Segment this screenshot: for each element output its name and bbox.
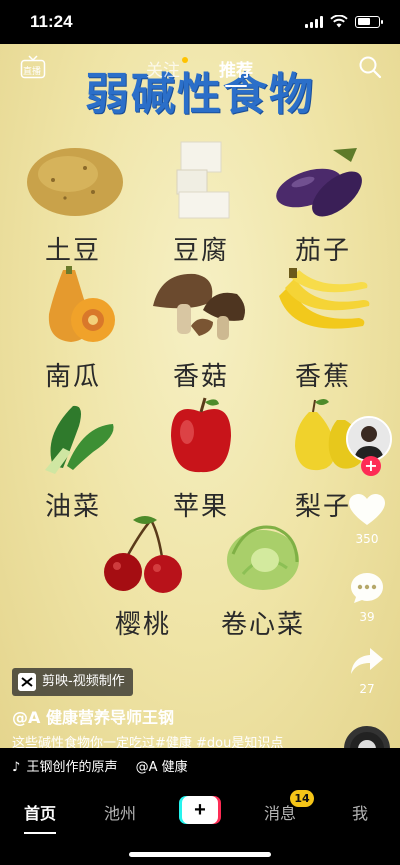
status-time: 11:24 (30, 12, 73, 31)
tab-following[interactable]: 关注 (146, 56, 188, 81)
tab-following-label: 关注 (146, 61, 180, 81)
capcut-icon (18, 673, 36, 691)
share-count: 27 (359, 682, 375, 696)
music-author: @A 健康 (135, 760, 188, 775)
music-note-icon: ♪ (12, 760, 21, 775)
tab-recommend[interactable]: 推荐 (219, 56, 253, 87)
capcut-label: 剪映-视频制作 (42, 674, 125, 689)
food-name: 南瓜 (44, 362, 101, 392)
tofu-icon (176, 141, 230, 219)
food-name: 樱桃 (114, 610, 171, 640)
food-name: 卷心菜 (220, 610, 305, 640)
battery-icon (355, 15, 383, 28)
home-indicator (129, 852, 271, 857)
music-title: 王钢创作的原声 (26, 760, 118, 775)
video-player[interactable]: 弱碱性食物 直播 关注 推荐 土豆 豆腐 茄子 南瓜 香菇 香蕉 油菜 苹果 梨… (0, 44, 400, 784)
food-item: 香菇 (146, 266, 256, 393)
status-icons (305, 15, 383, 28)
tab-me[interactable]: 我 (352, 800, 368, 824)
new-content-dot (182, 57, 188, 63)
bok-choy-icon (45, 405, 114, 474)
status-bar: 11:24 (0, 0, 400, 44)
live-label: 直播 (23, 67, 42, 77)
share-icon (351, 648, 383, 674)
food-name: 香蕉 (294, 362, 351, 392)
music-bar[interactable]: ♪ 王钢创作的原声 @A 健康 (0, 748, 400, 784)
live-button[interactable]: 直播 (20, 54, 46, 80)
food-item: 油菜 (18, 396, 128, 523)
eggplant-icon (276, 148, 362, 217)
plus-icon: + (182, 796, 218, 824)
food-item: 卷心菜 (208, 514, 318, 641)
food-name: 香菇 (172, 362, 229, 392)
food-item: 土豆 (18, 140, 128, 267)
author-name[interactable]: @A 健康营养导师王钢 (12, 704, 174, 728)
music-info: ♪ 王钢创作的原声 @A 健康 (12, 756, 188, 775)
food-item: 樱桃 (88, 514, 198, 641)
like-button[interactable]: 350 (342, 494, 392, 546)
cherry-icon (104, 516, 182, 593)
food-item: 豆腐 (146, 140, 256, 267)
wifi-icon (330, 15, 348, 28)
share-button[interactable]: 27 (342, 646, 392, 696)
bottom-tab-bar: 首页 池州 + 消息 14 我 (0, 784, 400, 865)
search-icon[interactable] (358, 55, 382, 79)
potato-icon (27, 148, 123, 216)
capcut-badge[interactable]: 剪映-视频制作 (12, 668, 133, 696)
follow-button[interactable]: + (361, 456, 381, 476)
signal-icon (305, 15, 323, 28)
cabbage-icon (227, 525, 299, 590)
banana-icon (279, 268, 370, 329)
comment-count: 39 (359, 610, 375, 624)
food-item: 南瓜 (18, 266, 128, 393)
pumpkin-icon (48, 266, 115, 342)
food-item: 香蕉 (268, 266, 378, 393)
messages-badge: 14 (290, 790, 314, 807)
comment-button[interactable]: 39 (342, 572, 392, 624)
food-item: 茄子 (268, 140, 378, 267)
like-count: 350 (355, 532, 379, 546)
apple-icon (171, 397, 231, 473)
top-nav: 直播 关注 推荐 (0, 52, 400, 87)
comment-icon (351, 573, 383, 603)
food-item: 苹果 (146, 396, 256, 523)
food-name: 土豆 (44, 236, 101, 266)
avatar-photo (348, 418, 390, 460)
food-name: 豆腐 (172, 236, 229, 266)
create-button[interactable]: + (179, 796, 221, 824)
mushroom-icon (153, 273, 245, 340)
tab-local[interactable]: 池州 (104, 800, 136, 824)
heart-icon (349, 494, 385, 525)
food-name: 茄子 (294, 236, 351, 266)
tab-home[interactable]: 首页 (24, 800, 57, 834)
